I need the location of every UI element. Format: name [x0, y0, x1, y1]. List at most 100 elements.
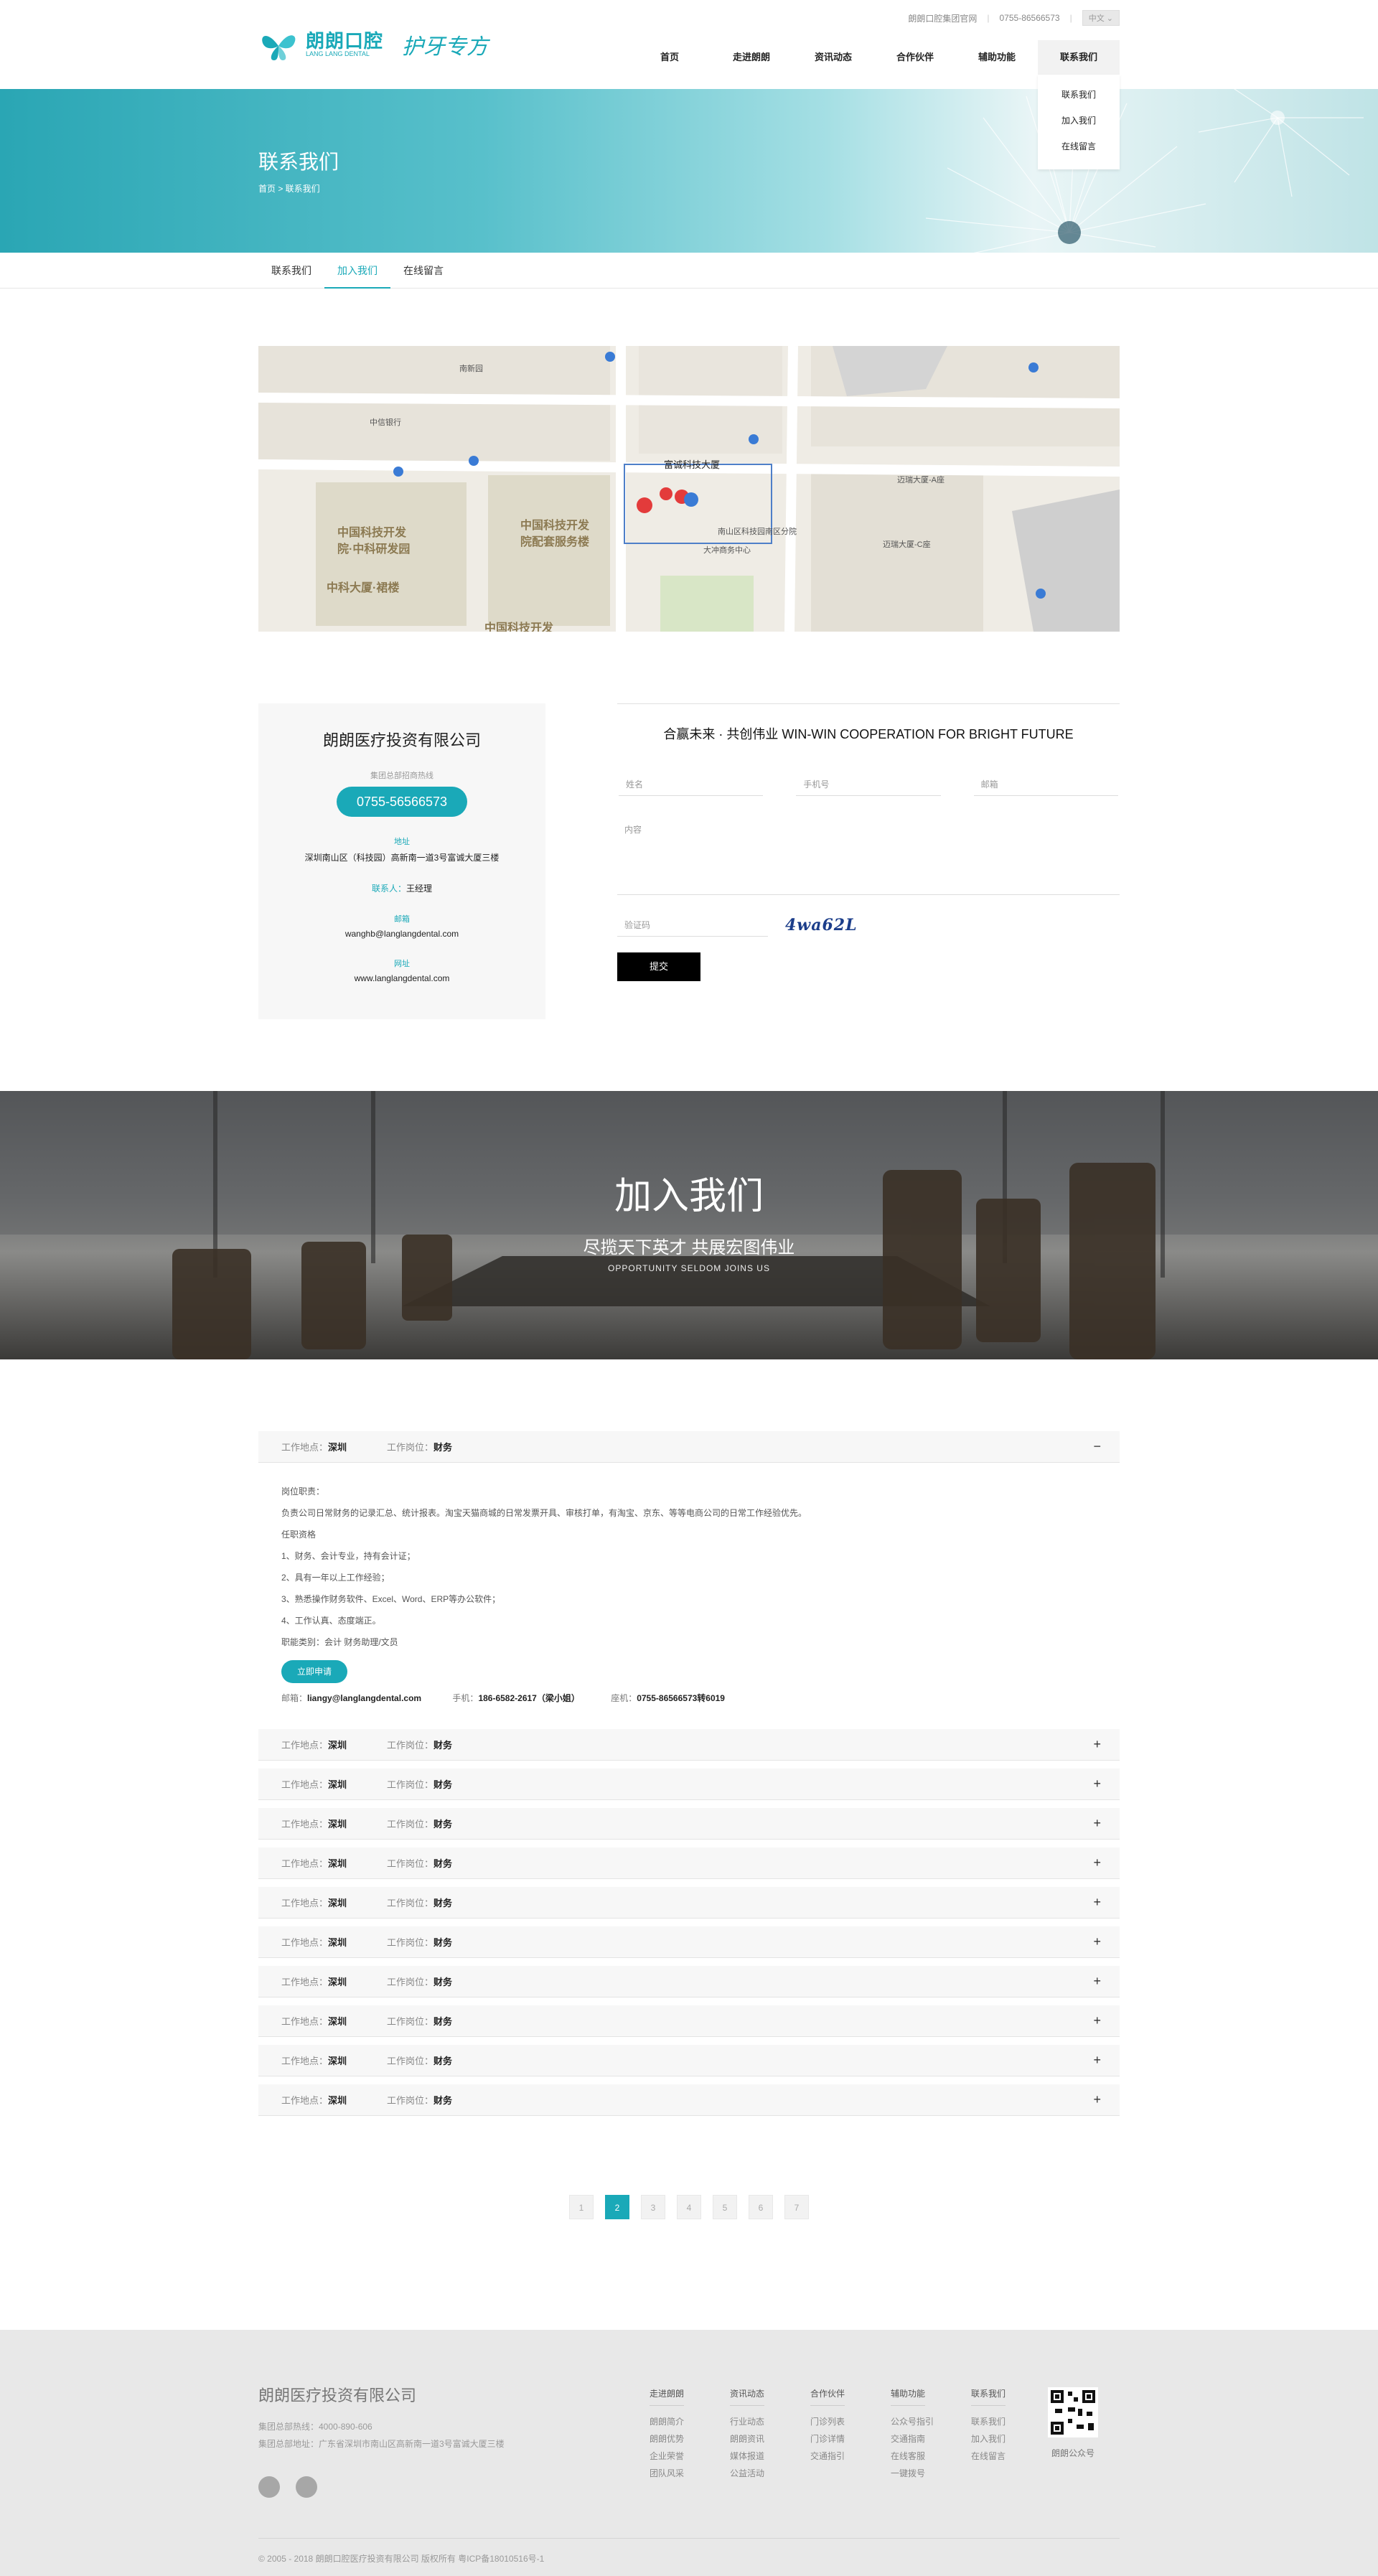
footer-link[interactable]: 朗朗优势 [650, 2430, 730, 2448]
footer-column-heading[interactable]: 合作伙伴 [810, 2387, 845, 2406]
content-textarea[interactable]: 内容 [617, 816, 1120, 895]
website-value[interactable]: www.langlangdental.com [258, 973, 545, 983]
location-label: 工作地点： [281, 2016, 329, 2027]
expand-icon[interactable]: + [1093, 1737, 1101, 1752]
expand-icon[interactable]: + [1093, 2013, 1101, 2028]
tab-message[interactable]: 在线留言 [390, 253, 456, 289]
tab-join[interactable]: 加入我们 [324, 253, 390, 289]
footer-column-heading[interactable]: 联系我们 [971, 2387, 1006, 2406]
footer-link[interactable]: 交通指引 [810, 2448, 891, 2465]
email-label: 邮箱 [394, 915, 410, 924]
mail-value[interactable]: liangy@langlangdental.com [307, 1693, 421, 1703]
footer-link[interactable]: 门诊详情 [810, 2430, 891, 2448]
job-row[interactable]: 工作地点： 深圳 工作岗位： 财务 − [258, 1431, 1120, 1463]
footer-column-heading[interactable]: 辅助功能 [891, 2387, 926, 2406]
footer-link[interactable]: 行业动态 [730, 2413, 810, 2430]
dropdown-item-message[interactable]: 在线留言 [1038, 134, 1120, 159]
footer-link[interactable]: 加入我们 [971, 2430, 1051, 2448]
footer-link[interactable]: 团队风采 [650, 2465, 730, 2482]
job-row[interactable]: 工作地点： 深圳 工作岗位： 财务 + [258, 1847, 1120, 1879]
location-label: 工作地点： [281, 1858, 329, 1869]
footer-column-heading[interactable]: 走进朗朗 [650, 2387, 685, 2406]
language-select[interactable]: 中文 ⌄ [1082, 10, 1120, 26]
email-input[interactable]: 邮箱 [973, 773, 1118, 796]
job-row[interactable]: 工作地点： 深圳 工作岗位： 财务 + [258, 2084, 1120, 2116]
page-button[interactable]: 4 [677, 2195, 701, 2219]
nav-partners[interactable]: 合作伙伴 [874, 40, 956, 75]
footer-link[interactable]: 交通指南 [891, 2430, 971, 2448]
expand-icon[interactable]: + [1093, 2092, 1101, 2107]
page-button[interactable]: 5 [713, 2195, 737, 2219]
expand-icon[interactable]: + [1093, 1776, 1101, 1792]
nav-contact[interactable]: 联系我们 [1038, 40, 1120, 75]
qr-caption: 朗朗公众号 [1051, 2448, 1095, 2458]
job-row[interactable]: 工作地点： 深圳 工作岗位： 财务 + [258, 2045, 1120, 2076]
breadcrumb[interactable]: 首页 > 联系我们 [258, 182, 320, 195]
submit-button[interactable]: 提交 [617, 952, 700, 981]
logo[interactable]: 朗朗口腔 LANG LANG DENTAL 护牙专方 [258, 24, 488, 65]
collapse-icon[interactable]: − [1093, 1439, 1101, 1454]
footer-link[interactable]: 门诊列表 [810, 2413, 891, 2430]
svg-text:迈瑞大厦-C座: 迈瑞大厦-C座 [883, 539, 931, 549]
dropdown-item-join[interactable]: 加入我们 [1038, 108, 1120, 134]
nav-home[interactable]: 首页 [629, 40, 711, 75]
job-row[interactable]: 工作地点： 深圳 工作岗位： 财务 + [258, 1887, 1120, 1919]
job-row[interactable]: 工作地点： 深圳 工作岗位： 财务 + [258, 2005, 1120, 2037]
expand-icon[interactable]: + [1093, 1974, 1101, 1989]
footer-link[interactable]: 企业荣誉 [650, 2448, 730, 2465]
footer-link[interactable]: 朗朗简介 [650, 2413, 730, 2430]
position-value: 财务 [433, 1898, 453, 1908]
wechat-icon[interactable] [296, 2476, 317, 2498]
detail-line: 任职资格 [281, 1530, 317, 1540]
job-row[interactable]: 工作地点： 深圳 工作岗位： 财务 + [258, 1729, 1120, 1761]
contact-dropdown-menu: 联系我们 加入我们 在线留言 [1038, 75, 1120, 169]
position-label: 工作岗位： [387, 1858, 434, 1869]
page-button[interactable]: 1 [569, 2195, 594, 2219]
join-subtitle: 尽揽天下英才 共展宏图伟业 [583, 1238, 795, 1257]
expand-icon[interactable]: + [1093, 1855, 1101, 1870]
footer-link[interactable]: 朗朗资讯 [730, 2430, 810, 2448]
detail-line: 岗位职责： [281, 1486, 325, 1497]
apply-button[interactable]: 立即申请 [281, 1660, 347, 1683]
name-input[interactable]: 姓名 [619, 773, 764, 796]
location-label: 工作地点： [281, 1977, 329, 1987]
main-nav: 首页 走进朗朗 资讯动态 合作伙伴 辅助功能 联系我们 [629, 40, 1120, 75]
footer-link[interactable]: 媒体报道 [730, 2448, 810, 2465]
nav-news[interactable]: 资讯动态 [792, 40, 874, 75]
location-value: 深圳 [328, 1819, 347, 1830]
footer-link[interactable]: 一键拨号 [891, 2465, 971, 2482]
job-row[interactable]: 工作地点： 深圳 工作岗位： 财务 + [258, 1769, 1120, 1800]
group-site-link[interactable]: 朗朗口腔集团官网 [908, 12, 977, 24]
expand-icon[interactable]: + [1093, 1934, 1101, 1949]
hotline-phone-button[interactable]: 0755-56566573 [337, 787, 467, 817]
footer-link[interactable]: 在线客服 [891, 2448, 971, 2465]
nav-tools[interactable]: 辅助功能 [956, 40, 1038, 75]
tab-contact[interactable]: 联系我们 [258, 253, 324, 289]
dropdown-item-contact[interactable]: 联系我们 [1038, 82, 1120, 108]
divider: | [987, 13, 990, 23]
mobile-input[interactable]: 手机号 [796, 773, 941, 796]
location-map[interactable]: 中国科技开发 院·中科研发园 中科大厦·裙楼 中国科技开发 院配套服务楼 中国科… [258, 346, 1120, 632]
page-button[interactable]: 2 [605, 2195, 629, 2219]
footer-link[interactable]: 公益活动 [730, 2465, 810, 2482]
expand-icon[interactable]: + [1093, 2053, 1101, 2068]
weibo-icon[interactable] [258, 2476, 280, 2498]
email-value[interactable]: wanghb@langlangdental.com [258, 929, 545, 939]
footer-link[interactable]: 在线留言 [971, 2448, 1051, 2465]
page-button[interactable]: 3 [641, 2195, 665, 2219]
captcha-image[interactable]: 4wa62L [785, 916, 858, 935]
nav-about[interactable]: 走进朗朗 [711, 40, 792, 75]
expand-icon[interactable]: + [1093, 1816, 1101, 1831]
footer-link[interactable]: 公众号指引 [891, 2413, 971, 2430]
footer-link[interactable]: 联系我们 [971, 2413, 1051, 2430]
job-row[interactable]: 工作地点： 深圳 工作岗位： 财务 + [258, 1966, 1120, 1997]
captcha-input[interactable]: 验证码 [617, 914, 768, 937]
map-canvas: 中国科技开发 院·中科研发园 中科大厦·裙楼 中国科技开发 院配套服务楼 中国科… [258, 346, 1120, 632]
job-list: 工作地点： 深圳 工作岗位： 财务 − 岗位职责： 负责公司日常财务的记录汇总、统计… [258, 1431, 1120, 2116]
page-button[interactable]: 7 [784, 2195, 809, 2219]
page-button[interactable]: 6 [749, 2195, 773, 2219]
job-row[interactable]: 工作地点： 深圳 工作岗位： 财务 + [258, 1926, 1120, 1958]
footer-column-heading[interactable]: 资讯动态 [730, 2387, 765, 2406]
expand-icon[interactable]: + [1093, 1895, 1101, 1910]
job-row[interactable]: 工作地点： 深圳 工作岗位： 财务 + [258, 1808, 1120, 1840]
